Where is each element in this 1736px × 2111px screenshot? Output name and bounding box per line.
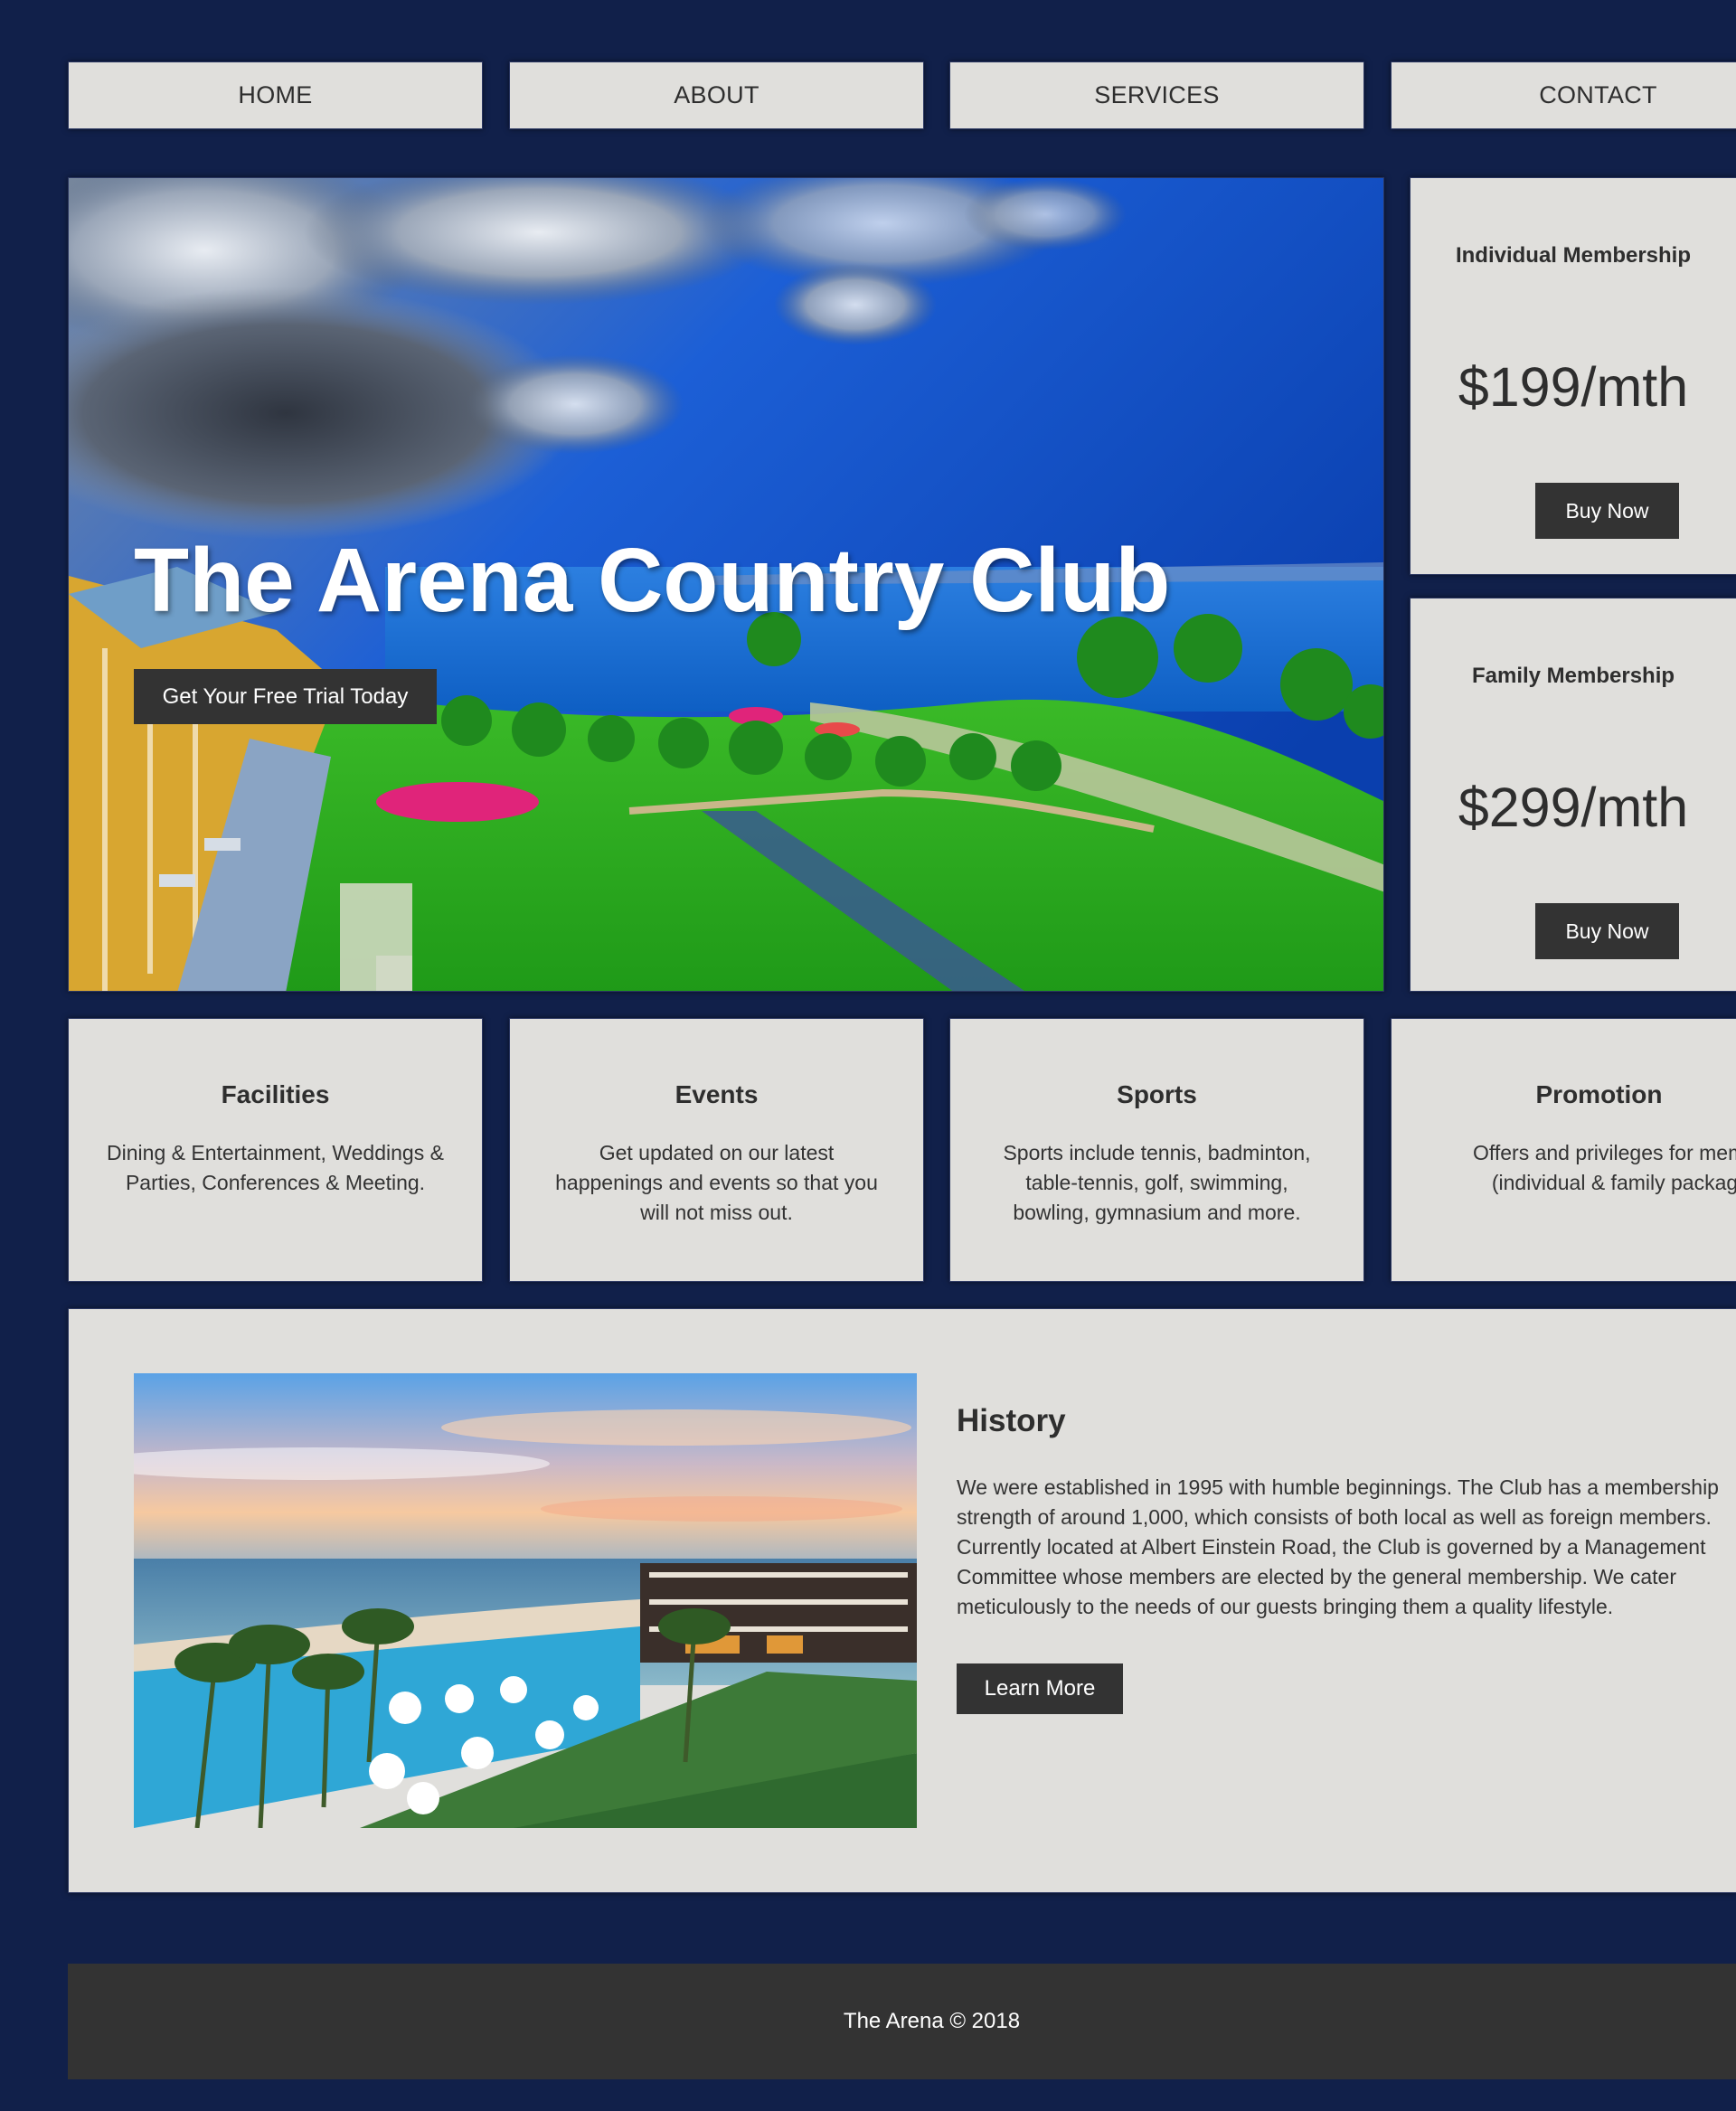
learn-more-button[interactable]: Learn More (957, 1663, 1123, 1714)
feature-title: Sports (1117, 1080, 1197, 1108)
hero-title: The Arena Country Club (134, 530, 1171, 631)
feature-title: Events (675, 1080, 759, 1108)
nav-services-label: SERVICES (1094, 81, 1220, 108)
hero-banner: The Arena Country Club Get Your Free Tri… (68, 177, 1384, 992)
feature-card-facilities: Facilities Dining & Entertainment, Weddi… (68, 1018, 483, 1282)
pricing-card-price: $199/mth (1458, 356, 1689, 418)
nav-home-label: HOME (238, 81, 313, 108)
feature-text: Get updated on our latest happenings and… (555, 1141, 878, 1224)
footer-copyright: The Arena © 2018 (843, 2009, 1021, 2033)
feature-text: Sports include tennis, badminton, table-… (1003, 1141, 1311, 1224)
pricing-card-family: Family Membership $299/mth Buy Now (1410, 598, 1736, 992)
nav-about[interactable]: ABOUT (509, 61, 924, 129)
buy-now-button[interactable]: Buy Now (1535, 483, 1679, 539)
feature-title: Promotion (1535, 1080, 1663, 1108)
feature-text: Dining & Entertainment, Weddings & Parti… (107, 1141, 444, 1194)
nav-about-label: ABOUT (674, 81, 760, 108)
feature-card-promotion: Promotion Offers and privileges for memb… (1391, 1018, 1736, 1282)
feature-title: Facilities (221, 1080, 330, 1108)
feature-card-events: Events Get updated on our latest happeni… (509, 1018, 924, 1282)
free-trial-button[interactable]: Get Your Free Trial Today (134, 669, 437, 724)
pricing-card-individual: Individual Membership $199/mth Buy Now (1410, 177, 1736, 575)
pricing-card-title: Individual Membership (1455, 243, 1692, 268)
feature-card-sports: Sports Sports include tennis, badminton,… (949, 1018, 1364, 1282)
footer: The Arena © 2018 (68, 1964, 1736, 2079)
history-section: History We were established in 1995 with… (68, 1308, 1736, 1893)
feature-text: Offers and privileges for members (indiv… (1473, 1141, 1736, 1194)
nav-services[interactable]: SERVICES (949, 61, 1364, 129)
resort-image (134, 1373, 917, 1828)
pricing-card-title: Family Membership (1471, 664, 1675, 688)
pricing-card-price: $299/mth (1458, 777, 1689, 838)
resort-photo (134, 1373, 917, 1828)
nav-home[interactable]: HOME (68, 61, 483, 129)
history-text: We were established in 1995 with humble … (957, 1475, 1719, 1618)
history-title: History (957, 1403, 1066, 1438)
buy-now-button[interactable]: Buy Now (1535, 903, 1679, 959)
nav-contact-label: CONTACT (1539, 81, 1657, 108)
nav-contact[interactable]: CONTACT (1391, 61, 1736, 129)
